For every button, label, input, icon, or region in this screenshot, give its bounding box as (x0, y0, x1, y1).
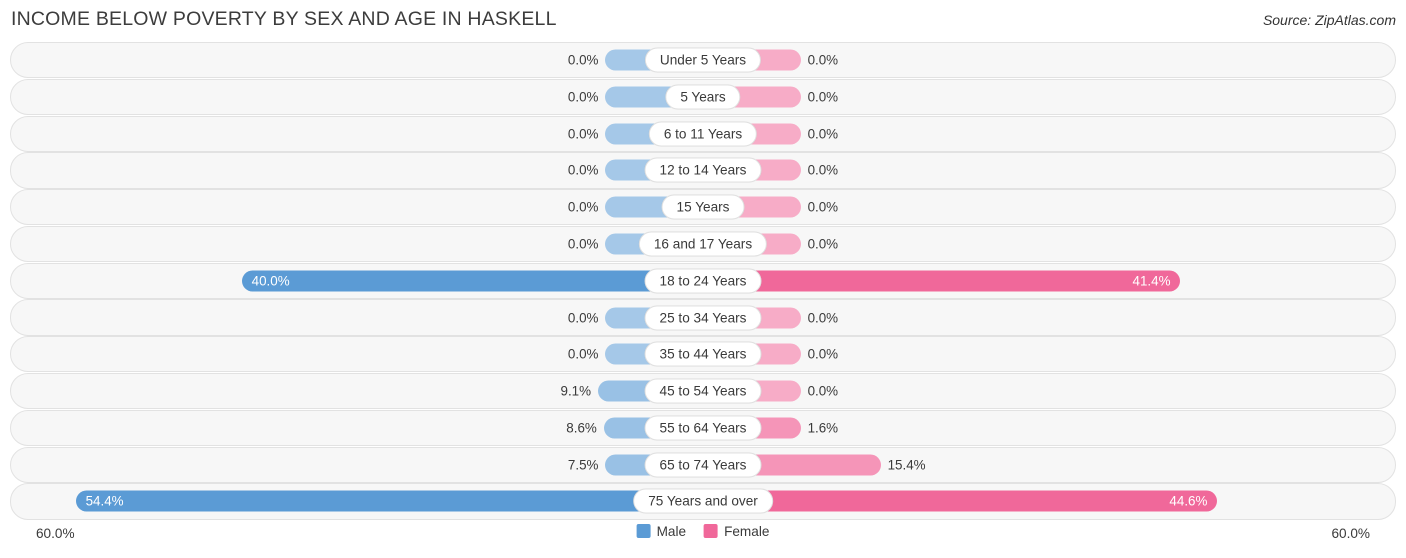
legend-swatch-female (704, 524, 719, 539)
category-label: 25 to 34 Years (644, 305, 762, 331)
axis-label-left: 60.0% (36, 525, 75, 541)
row-inner: 0.0% 0.0% 5 Years (11, 80, 1395, 114)
value-label-female: 0.0% (807, 346, 839, 362)
bar-male (75, 490, 703, 512)
row-inner: 0.0% 0.0% 25 to 34 Years (11, 300, 1395, 334)
bar-male (241, 270, 703, 292)
chart-row: 7.5% 15.4% 65 to 74 Years (10, 446, 1396, 483)
row-inner: 0.0% 0.0% 15 Years (11, 190, 1395, 224)
source-attribution: Source: ZipAtlas.com (1262, 12, 1396, 28)
value-label-female: 0.0% (807, 126, 839, 142)
chart-row: 54.4% 44.6% 75 Years and over (10, 483, 1396, 520)
value-label-male: 0.0% (567, 346, 599, 362)
row-inner: 8.6% 1.6% 55 to 64 Years (11, 411, 1395, 445)
legend-item-male[interactable]: Male (636, 523, 687, 539)
page-title: Income Below Poverty by Sex and Age in H… (11, 8, 557, 30)
value-label-male: 0.0% (567, 310, 599, 326)
value-label-male: 9.1% (560, 383, 592, 399)
row-inner: 54.4% 44.6% 75 Years and over (11, 484, 1395, 518)
row-inner: 0.0% 0.0% 35 to 44 Years (11, 337, 1395, 371)
row-inner: 0.0% 0.0% 6 to 11 Years (11, 117, 1395, 151)
category-label: 55 to 64 Years (644, 415, 762, 441)
category-label: 18 to 24 Years (644, 268, 762, 294)
chart-row: 0.0% 0.0% 35 to 44 Years (10, 336, 1396, 373)
value-label-female: 15.4% (887, 457, 926, 473)
bar-female (703, 270, 1181, 292)
chart-axis: 60.0% 60.0% Male Female (10, 524, 1396, 550)
row-inner: 0.0% 0.0% 12 to 14 Years (11, 153, 1395, 187)
category-label: 15 Years (661, 194, 745, 220)
chart-row: 0.0% 0.0% 5 Years (10, 78, 1396, 115)
chart-rows: 0.0% 0.0% Under 5 Years 0.0% 0.0% 5 Years 0.0%… (10, 42, 1396, 520)
value-label-female: 0.0% (807, 52, 839, 68)
chart-row: 0.0% 0.0% 15 Years (10, 189, 1396, 226)
legend-label-female: Female (724, 523, 770, 539)
category-label: 65 to 74 Years (644, 452, 762, 478)
chart-row: 0.0% 0.0% 25 to 34 Years (10, 299, 1396, 336)
category-label: 5 Years (665, 84, 741, 110)
legend-swatch-male (636, 524, 651, 539)
legend-item-female[interactable]: Female (704, 524, 769, 539)
chart-row: 40.0% 41.4% 18 to 24 Years (10, 262, 1396, 299)
legend-label-male: Male (656, 523, 687, 539)
value-label-male: 54.4% (85, 493, 124, 509)
value-label-female: 41.4% (1132, 273, 1171, 289)
row-inner: 0.0% 0.0% Under 5 Years (11, 43, 1395, 77)
chart-row: 0.0% 0.0% 16 and 17 Years (10, 225, 1396, 263)
category-label: 12 to 14 Years (644, 157, 762, 183)
category-label: Under 5 Years (644, 47, 762, 73)
value-label-male: 0.0% (567, 199, 599, 215)
row-inner: 40.0% 41.4% 18 to 24 Years (11, 264, 1395, 298)
category-label: 35 to 44 Years (644, 341, 762, 367)
chart-row: 9.1% 0.0% 45 to 54 Years (10, 373, 1396, 410)
value-label-female: 0.0% (807, 310, 839, 326)
category-label: 75 Years and over (633, 488, 773, 514)
chart-legend: Male Female (636, 523, 769, 539)
bar-female (703, 490, 1218, 512)
value-label-male: 0.0% (567, 126, 599, 142)
axis-label-right: 60.0% (1331, 525, 1370, 541)
value-label-male: 40.0% (251, 273, 290, 289)
chart-header: Income Below Poverty by Sex and Age in H… (0, 0, 1406, 42)
row-inner: 0.0% 0.0% 16 and 17 Years (11, 227, 1395, 261)
value-label-male: 0.0% (567, 236, 599, 252)
value-label-male: 0.0% (567, 52, 599, 68)
value-label-female: 0.0% (807, 236, 839, 252)
row-inner: 9.1% 0.0% 45 to 54 Years (11, 374, 1395, 408)
chart-row: 0.0% 0.0% 6 to 11 Years (10, 115, 1396, 152)
value-label-male: 0.0% (567, 89, 599, 105)
category-label: 16 and 17 Years (638, 231, 768, 257)
value-label-male: 0.0% (567, 162, 599, 178)
value-label-female: 0.0% (807, 199, 839, 215)
value-label-male: 7.5% (567, 457, 599, 473)
chart-row: 0.0% 0.0% 12 to 14 Years (10, 152, 1396, 189)
value-label-female: 0.0% (807, 89, 839, 105)
chart-row: 8.6% 1.6% 55 to 64 Years (10, 409, 1396, 446)
category-label: 45 to 54 Years (644, 378, 762, 404)
value-label-female: 44.6% (1169, 493, 1208, 509)
value-label-female: 0.0% (807, 162, 839, 178)
value-label-female: 1.6% (807, 420, 839, 436)
row-inner: 7.5% 15.4% 65 to 74 Years (11, 448, 1395, 482)
chart-row: 0.0% 0.0% Under 5 Years (10, 42, 1396, 79)
value-label-female: 0.0% (807, 383, 839, 399)
value-label-male: 8.6% (566, 420, 597, 436)
category-label: 6 to 11 Years (648, 121, 758, 147)
